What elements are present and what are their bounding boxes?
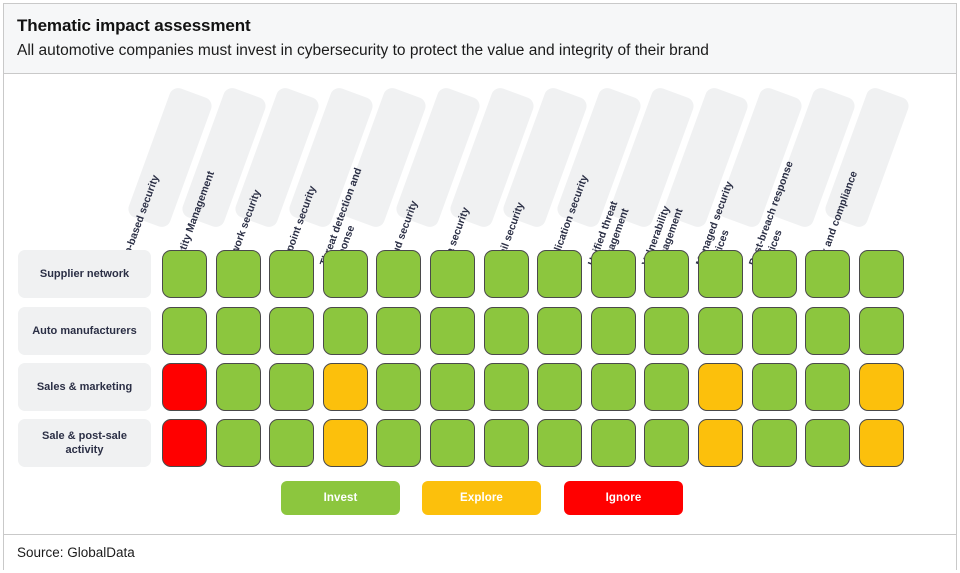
chart-footer: Source: GlobalData (4, 534, 956, 570)
heatmap-cell[interactable] (215, 307, 261, 355)
heatmap-cell[interactable] (162, 363, 207, 411)
heatmap-cell[interactable] (269, 363, 315, 411)
heatmap-cell[interactable] (858, 307, 904, 355)
heatmap-cell[interactable] (590, 419, 636, 467)
heatmap-cell[interactable] (590, 307, 636, 355)
page-title: Thematic impact assessment (17, 16, 251, 35)
heatmap-cell[interactable] (269, 307, 315, 355)
heatmap-cell[interactable] (483, 363, 529, 411)
heatmap-cell[interactable] (644, 419, 690, 467)
page-subtitle: All automotive companies must invest in … (17, 42, 709, 59)
heatmap-cell[interactable] (751, 307, 797, 355)
heatmap-cell[interactable] (376, 307, 422, 355)
heatmap-cell[interactable] (430, 363, 475, 411)
heatmap-cell[interactable] (644, 363, 690, 411)
heatmap-cell[interactable] (162, 419, 207, 467)
heatmap-cell[interactable] (537, 250, 583, 298)
legend-item-explore[interactable]: Explore (422, 481, 541, 515)
heatmap-cell[interactable] (805, 419, 851, 467)
chart-header: Thematic impact assessment All automotiv… (4, 4, 956, 74)
heatmap-cell[interactable] (215, 363, 261, 411)
heatmap-cell[interactable] (483, 250, 529, 298)
heatmap-cell[interactable] (751, 250, 797, 298)
heatmap-cell[interactable] (430, 250, 475, 298)
heatmap-cell[interactable] (644, 250, 690, 298)
heatmap-cell[interactable] (590, 250, 636, 298)
row-label-3: Sales & marketing (18, 363, 151, 411)
heatmap-cell[interactable] (698, 419, 743, 467)
heatmap-cell[interactable] (430, 307, 475, 355)
heatmap-cell[interactable] (805, 363, 851, 411)
heatmap-cell[interactable] (322, 250, 368, 298)
heatmap-cell[interactable] (537, 363, 583, 411)
heatmap-cell[interactable] (162, 307, 207, 355)
heatmap-cell[interactable] (698, 363, 743, 411)
legend-item-ignore[interactable]: Ignore (564, 481, 683, 515)
heatmap-cell[interactable] (537, 419, 583, 467)
source-label: Source: GlobalData (17, 545, 135, 560)
chart-frame: Thematic impact assessment All automotiv… (3, 3, 957, 570)
heatmap-cell[interactable] (162, 250, 207, 298)
heatmap-cell[interactable] (215, 250, 261, 298)
heatmap-cell[interactable] (483, 419, 529, 467)
heatmap-cell[interactable] (269, 419, 315, 467)
heatmap-cell[interactable] (858, 363, 904, 411)
chart-page: Thematic impact assessment All automotiv… (0, 0, 960, 573)
heatmap-cell[interactable] (698, 307, 743, 355)
heatmap-cell[interactable] (215, 419, 261, 467)
heatmap-cell[interactable] (805, 307, 851, 355)
heatmap-cell[interactable] (858, 250, 904, 298)
heatmap-cell[interactable] (322, 419, 368, 467)
row-label-1: Supplier network (18, 250, 151, 298)
heatmap-cell[interactable] (805, 250, 851, 298)
heatmap-cell[interactable] (322, 363, 368, 411)
heatmap-cell[interactable] (483, 307, 529, 355)
heatmap-cell[interactable] (376, 363, 422, 411)
heatmap-cell[interactable] (751, 419, 797, 467)
heatmap-cell[interactable] (858, 419, 904, 467)
row-label-4: Sale & post-sale activity (18, 419, 151, 467)
heatmap-cell[interactable] (376, 250, 422, 298)
heatmap-cell[interactable] (322, 307, 368, 355)
heatmap-cell[interactable] (430, 419, 475, 467)
heatmap-cell[interactable] (376, 419, 422, 467)
column-header-row: Chip-based security Identity Management Ne… (4, 75, 956, 272)
heatmap-cell[interactable] (537, 307, 583, 355)
row-label-2: Auto manufacturers (18, 307, 151, 355)
heatmap-cell[interactable] (269, 250, 315, 298)
chart-body: Chip-based security Identity Management Ne… (4, 75, 956, 534)
heatmap-cell[interactable] (644, 307, 690, 355)
legend-item-invest[interactable]: Invest (281, 481, 400, 515)
legend: Invest Explore Ignore (4, 481, 956, 531)
heatmap-cell[interactable] (698, 250, 743, 298)
heatmap-cell[interactable] (590, 363, 636, 411)
heatmap-cell[interactable] (751, 363, 797, 411)
